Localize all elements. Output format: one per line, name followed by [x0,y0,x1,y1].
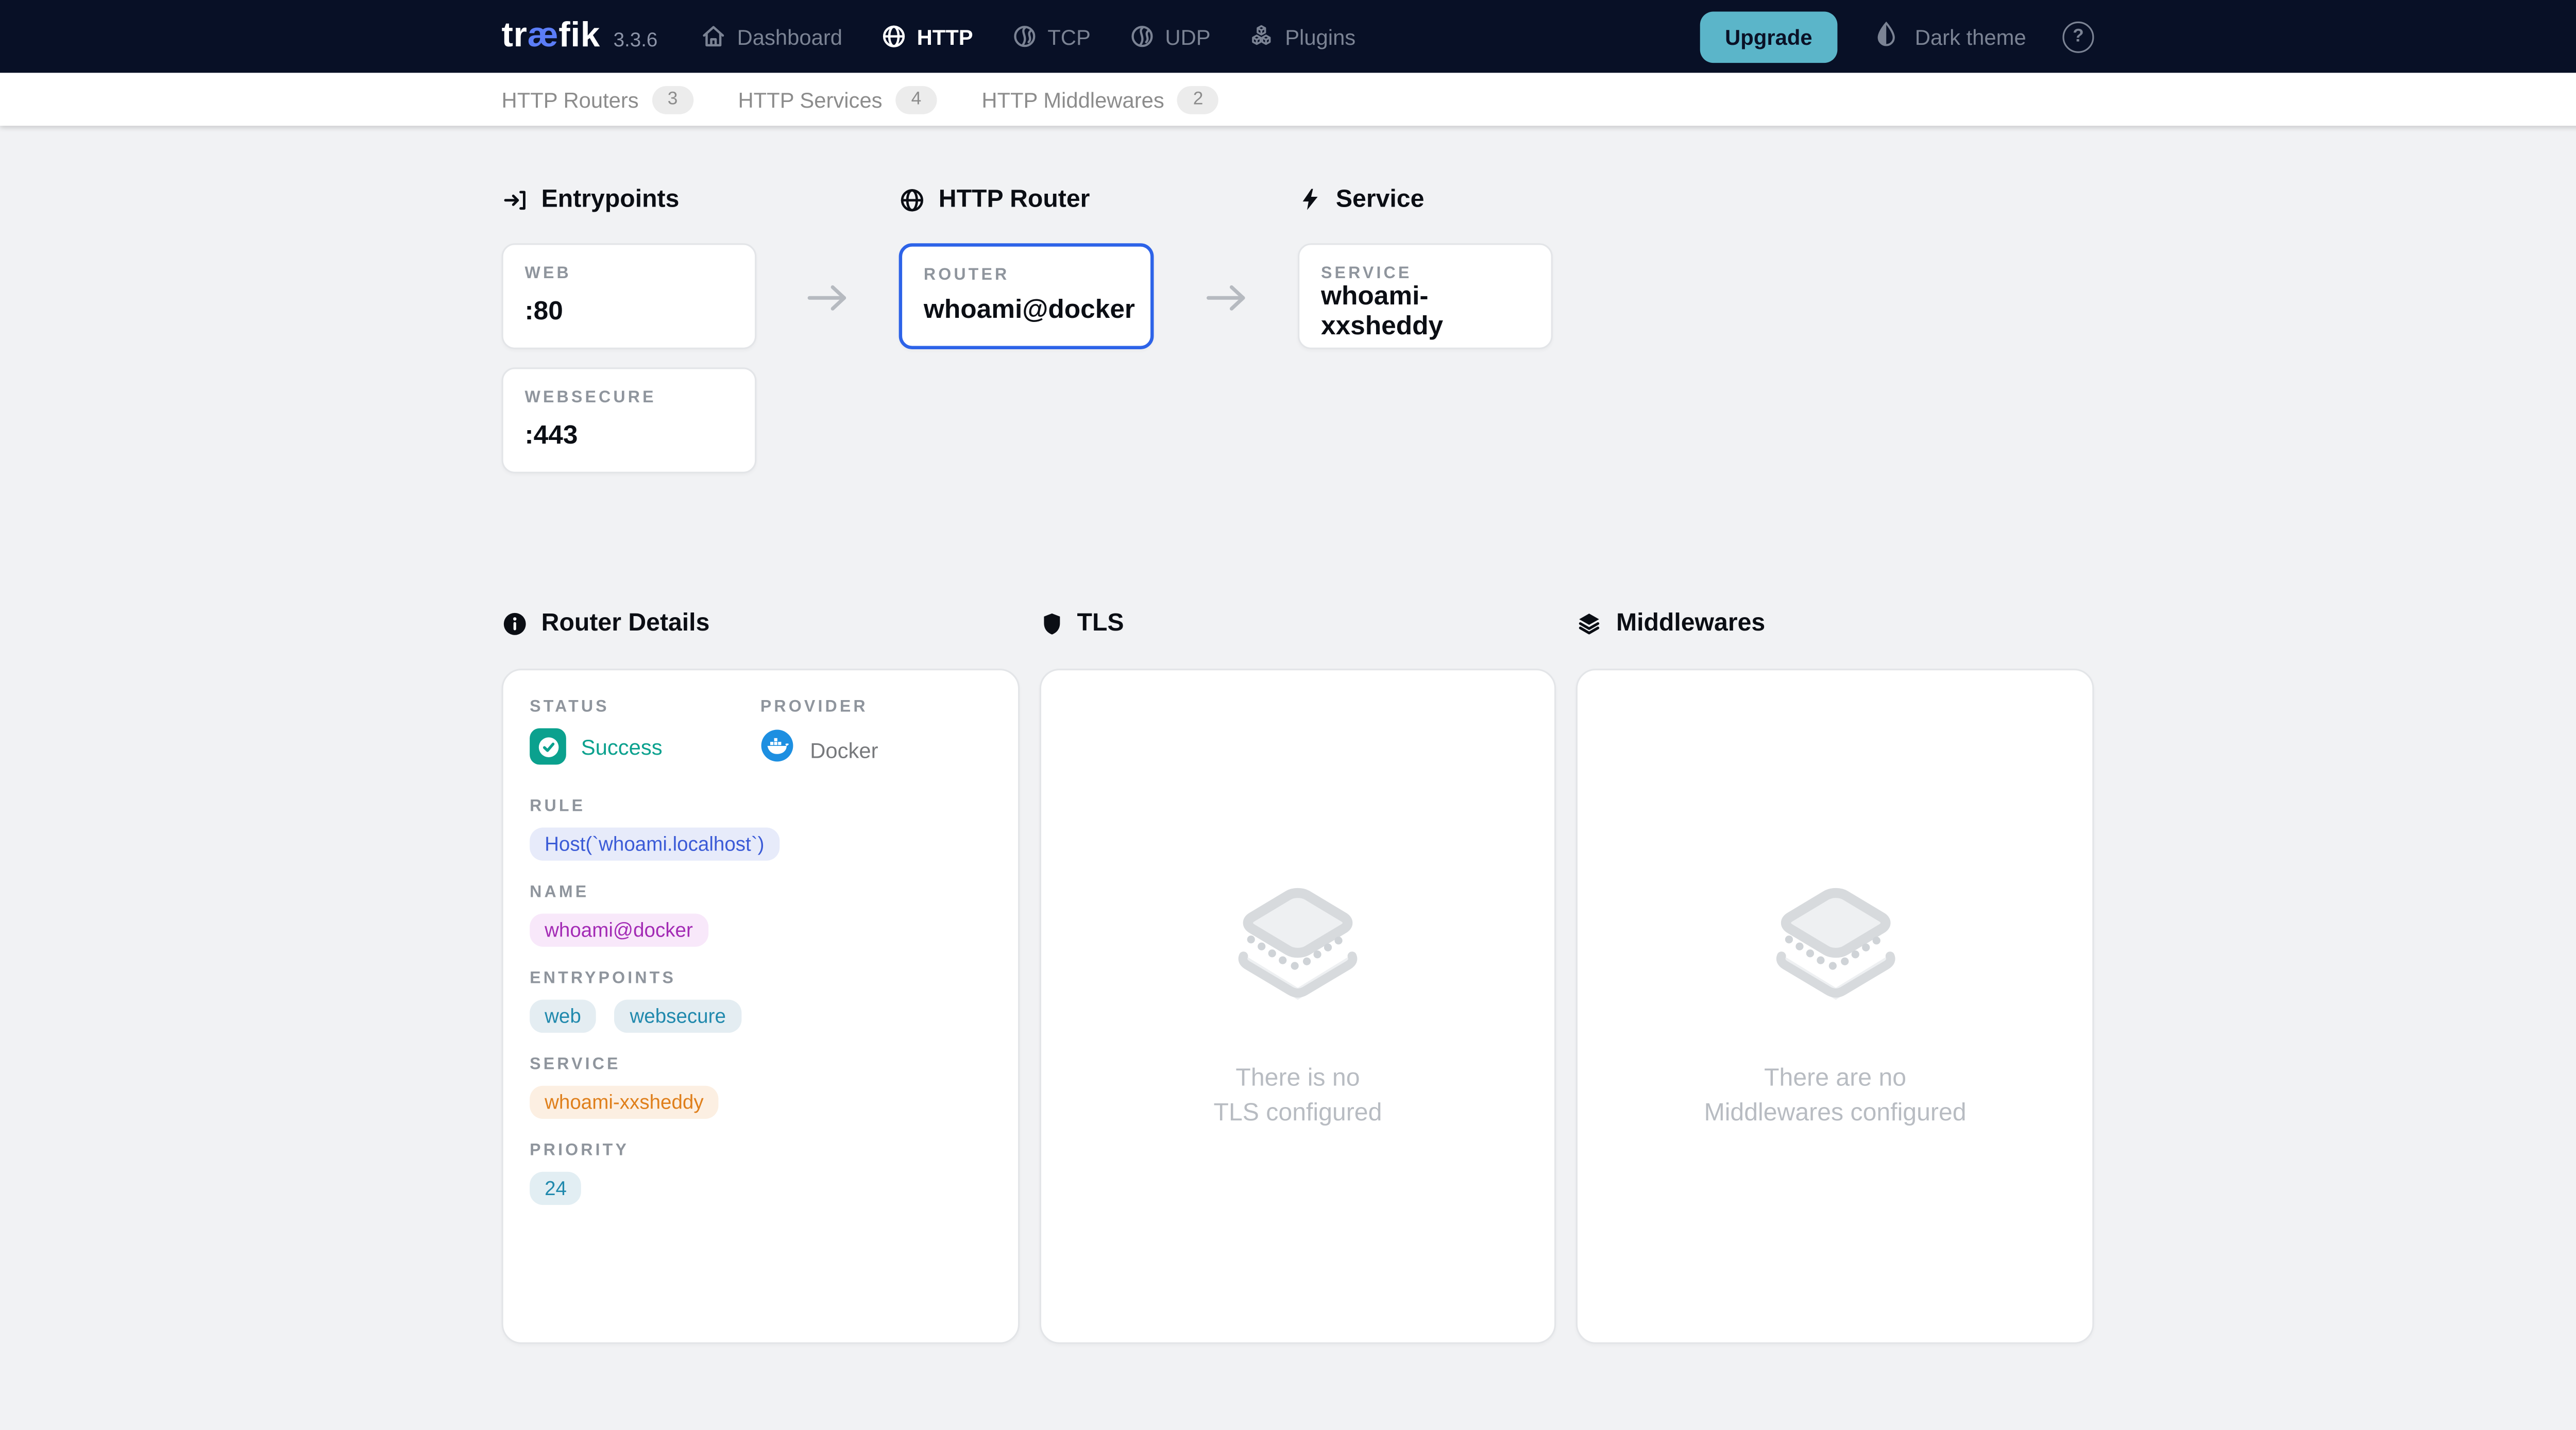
stacked-layers-icon [1222,882,1374,1027]
tls-empty-message: There is no TLS configured [1214,1063,1382,1130]
success-check-icon [530,728,566,765]
routers-count-badge: 3 [652,85,693,113]
status-value: Success [581,734,663,759]
http-subnav: HTTP Routers 3 HTTP Services 4 HTTP Midd… [0,73,2576,126]
top-navbar: træfik 3.3.6 Dashboard HTTP [0,0,2576,73]
middlewares-empty-message: There are no Middlewares configured [1704,1063,1967,1130]
middlewares-title: Middlewares [1577,609,2094,637]
nav-item-tcp[interactable]: TCP [1011,23,1091,49]
details-section: Router Details STATUS Succe [502,609,2094,1430]
globe-icon [880,23,907,49]
nav-item-dashboard[interactable]: Dashboard [701,23,842,49]
globe-icon [899,186,925,212]
arrow-right-icon [806,280,850,316]
entrypoint-badge-websecure: websecure [615,1000,741,1033]
entrypoint-card-web: WEB :80 [502,243,757,349]
version-label: 3.3.6 [614,28,658,52]
service-section-title: Service [1298,185,1553,214]
upgrade-button[interactable]: Upgrade [1700,11,1837,62]
bolt-icon [1298,187,1323,212]
rule-badge: Host(`whoami.localhost`) [530,828,779,861]
nav-item-plugins[interactable]: Plugins [1249,23,1356,49]
help-icon[interactable]: ? [2062,21,2094,52]
arrow-right-icon [1204,280,1247,316]
middlewares-panel: There are no Middlewares configured [1577,669,2094,1344]
docker-icon [760,728,795,772]
info-icon [502,610,528,636]
login-arrow-icon [502,186,528,212]
entrypoints-section-title: Entrypoints [502,185,757,214]
tls-col: TLS [1039,609,1557,1344]
entrypoint-card-websecure: WEBSECURE :443 [502,367,757,473]
service-block: SERVICE whoami-xxsheddy [530,1056,991,1119]
middlewares-count-badge: 2 [1177,85,1218,113]
priority-block: PRIORITY 24 [530,1142,991,1205]
tab-http-routers[interactable]: HTTP Routers 3 [502,85,693,113]
entrypoint-cards: WEB :80 WEBSECURE :443 [502,243,757,473]
rule-block: RULE Host(`whoami.localhost`) [530,798,991,861]
tab-http-middlewares[interactable]: HTTP Middlewares 2 [981,85,1218,113]
name-block: NAME whoami@docker [530,884,991,947]
flow-arrow-2 [1154,243,1298,473]
router-details-panel: STATUS Success PROVIDER [502,669,1020,1344]
main-nav: Dashboard HTTP TCP [701,23,1394,49]
traefik-dashboard: træfik 3.3.6 Dashboard HTTP [0,0,2576,1430]
service-badge: whoami-xxsheddy [530,1086,718,1119]
tls-title: TLS [1039,609,1557,637]
droplet-contrast-icon [1872,20,1900,53]
router-card-col: ROUTER whoami@docker [899,243,1154,473]
services-count-badge: 4 [895,85,937,113]
theme-toggle[interactable]: Dark theme [1872,20,2026,53]
tab-http-services[interactable]: HTTP Services 4 [738,85,937,113]
flow-ball-icon [1129,23,1155,49]
shield-icon [1039,610,1064,636]
cubes-icon [1249,23,1275,49]
home-icon [701,23,727,49]
http-router-section-title: HTTP Router [899,185,1154,214]
nav-item-http[interactable]: HTTP [880,23,973,49]
status-block: STATUS Success [530,699,760,771]
service-card: SERVICE whoami-xxsheddy [1298,243,1553,349]
priority-badge: 24 [530,1172,582,1205]
routing-flow: Entrypoints HTTP Router Service [502,185,2094,473]
nav-item-udp[interactable]: UDP [1129,23,1211,49]
flow-arrow-1 [756,243,899,473]
router-details-col: Router Details STATUS Succe [502,609,1020,1344]
provider-block: PROVIDER Docker [760,699,991,771]
stacked-layers-icon [1759,882,1911,1027]
entrypoint-badge-web: web [530,1000,596,1033]
provider-value: Docker [810,737,878,762]
middlewares-col: Middlewares [1577,609,2094,1344]
router-detail-page: Entrypoints HTTP Router Service [502,126,2094,1430]
layers-icon [1577,610,1603,636]
theme-toggle-label: Dark theme [1915,24,2026,49]
service-card-col: SERVICE whoami-xxsheddy [1298,243,1553,473]
flow-ball-icon [1011,23,1038,49]
tls-panel: There is no TLS configured [1039,669,1557,1344]
traefik-logo[interactable]: træfik 3.3.6 [502,16,658,56]
router-details-title: Router Details [502,609,1020,637]
router-name-badge: whoami@docker [530,914,708,947]
logo-text: træfik [502,16,600,56]
entrypoints-block: ENTRYPOINTS web websecure [530,970,991,1033]
router-card: ROUTER whoami@docker [899,243,1154,349]
